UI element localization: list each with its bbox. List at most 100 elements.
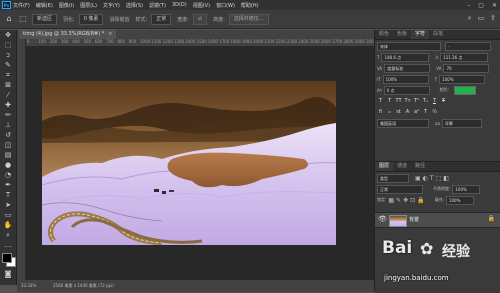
menu-view[interactable]: 视图(V) — [193, 2, 210, 9]
lock-image-icon[interactable]: ✎ — [396, 197, 401, 204]
maximize-icon[interactable]: ▢ — [478, 2, 484, 9]
eraser-icon[interactable]: ◫ — [2, 141, 14, 150]
filter-smart-icon[interactable]: ◧ — [443, 175, 449, 182]
more-tools-icon[interactable]: … — [2, 241, 14, 250]
history-brush-icon[interactable]: ↺ — [2, 131, 14, 140]
document-info[interactable]: 2560 像素 x 1440 像素 (72 ppi) — [53, 280, 114, 292]
superscript-icon[interactable]: T¹ — [413, 98, 420, 105]
titling-icon[interactable]: T — [422, 109, 429, 116]
menu-help[interactable]: 帮助(H) — [241, 2, 259, 9]
faux-italic-icon[interactable]: T — [386, 98, 393, 105]
lock-all-icon[interactable]: 🔒 — [417, 197, 424, 204]
quick-selection-icon[interactable]: ✎ — [2, 61, 14, 70]
font-size-input[interactable]: 148.6 点 — [381, 52, 430, 62]
gradient-icon[interactable]: ▤ — [2, 151, 14, 160]
menu-window[interactable]: 窗口(W) — [216, 2, 235, 9]
crop-icon[interactable]: ⌗ — [2, 71, 14, 80]
menu-edit[interactable]: 编辑(E) — [36, 2, 53, 9]
document-tab[interactable]: timg (4).jpg @ 33.3%(RGB/8#) * × — [19, 30, 117, 39]
selection-mode-select[interactable]: 新选区 — [32, 13, 58, 25]
tab-layers[interactable]: 图层 — [375, 162, 394, 171]
tab-paragraph[interactable]: 段落 — [429, 30, 447, 39]
brush-icon[interactable]: ✏ — [2, 111, 14, 120]
filter-shape-icon[interactable]: ⬚ — [436, 175, 442, 182]
filter-type-icon[interactable]: T — [430, 175, 434, 182]
move-tool-icon[interactable]: ✥ — [2, 31, 14, 40]
style-select[interactable]: 正常 — [151, 13, 172, 25]
antialias-checkbox[interactable]: 消除锯齿 — [109, 16, 129, 23]
leading-input[interactable]: 111.26 点 — [440, 52, 489, 62]
filter-adjust-icon[interactable]: ◐ — [423, 175, 428, 182]
small-caps-icon[interactable]: Tт — [404, 98, 411, 105]
rectangular-marquee-icon[interactable]: ⬚ — [2, 41, 14, 50]
tab-close-icon[interactable]: × — [108, 31, 112, 37]
blur-icon[interactable]: ● — [2, 161, 14, 170]
filter-pixel-icon[interactable]: ▣ — [415, 175, 421, 182]
lock-transparent-icon[interactable]: ▦ — [388, 197, 394, 204]
tab-channels[interactable]: 通道 — [393, 162, 411, 171]
menu-image[interactable]: 图像(I) — [59, 2, 74, 9]
language-select[interactable]: 美国英语 — [377, 118, 429, 128]
quick-mask-icon[interactable]: ◙ — [2, 270, 14, 279]
feather-input[interactable]: 0 像素 — [78, 13, 104, 25]
layer-name[interactable]: 背景 — [409, 216, 419, 223]
strikethrough-icon[interactable]: T — [440, 98, 447, 105]
select-and-mask-button[interactable]: 选择并遮住... — [228, 13, 269, 25]
rectangle-shape-icon[interactable]: ▭ — [2, 211, 14, 220]
frame-icon[interactable]: ⊠ — [2, 81, 14, 90]
ligature-icon[interactable]: fi — [377, 109, 384, 116]
lock-position-icon[interactable]: ✥ — [403, 197, 408, 204]
canvas-area[interactable] — [26, 47, 374, 280]
fractions-icon[interactable]: ½ — [431, 109, 438, 116]
healing-brush-icon[interactable]: ✚ — [2, 101, 14, 110]
lock-artboard-icon[interactable]: ⊡ — [410, 197, 415, 204]
menu-select[interactable]: 选择(S) — [126, 2, 143, 9]
baseline-input[interactable]: 0 点 — [383, 85, 430, 95]
menu-layer[interactable]: 图层(L) — [80, 2, 97, 9]
zoom-level[interactable]: 33.33% — [21, 280, 36, 292]
horizontal-scale-input[interactable]: 100% — [439, 74, 486, 84]
text-color-swatch[interactable] — [453, 85, 476, 95]
search-icon[interactable]: ⌕ — [468, 14, 472, 23]
ordinals-icon[interactable]: aᵃ — [413, 109, 420, 116]
home-icon[interactable]: ⌂ — [4, 14, 14, 24]
hand-icon[interactable]: ✋ — [2, 221, 14, 230]
eyedropper-icon[interactable]: ⁄ — [2, 91, 14, 100]
all-caps-icon[interactable]: TT — [395, 98, 402, 105]
minimize-icon[interactable]: – — [467, 2, 470, 9]
menu-type[interactable]: 文字(Y) — [103, 2, 120, 9]
vertical-scale-input[interactable]: 100% — [382, 74, 429, 84]
tracking-input[interactable]: 70 — [443, 63, 490, 73]
color-swatches[interactable] — [1, 252, 16, 268]
menu-file[interactable]: 文件(F) — [13, 2, 30, 9]
menu-filter[interactable]: 滤镜(T) — [149, 2, 166, 9]
workspace-icon[interactable]: ▭ — [478, 14, 485, 23]
swash-icon[interactable]: st — [395, 109, 402, 116]
alternates-icon[interactable]: ℴ — [386, 109, 393, 116]
font-family-select[interactable]: 宋体 — [377, 41, 441, 51]
layer-row-background[interactable]: 👁 背景 🔒 — [375, 212, 500, 228]
blend-mode-select[interactable]: 正常 — [377, 184, 423, 194]
tab-color[interactable]: 颜色 — [375, 30, 393, 39]
stylistic-icon[interactable]: A — [404, 109, 411, 116]
lasso-icon[interactable]: ↄ — [2, 51, 14, 60]
share-icon[interactable]: ⇪ — [490, 14, 496, 23]
tab-swatches[interactable]: 色板 — [393, 30, 411, 39]
foreground-color-swatch[interactable] — [2, 253, 12, 263]
clone-stamp-icon[interactable]: ⊥ — [2, 121, 14, 130]
dodge-icon[interactable]: ◔ — [2, 171, 14, 180]
type-tool-icon[interactable]: T — [2, 191, 14, 200]
kerning-input[interactable]: 度量标准 — [384, 63, 431, 73]
zoom-icon[interactable]: ⌕ — [2, 231, 14, 240]
opacity-input[interactable]: 100% — [452, 184, 481, 194]
document-image[interactable] — [42, 81, 336, 245]
antialias-select[interactable]: 浑厚 — [441, 118, 482, 128]
fill-input[interactable]: 100% — [445, 195, 474, 205]
underline-icon[interactable]: T — [431, 98, 438, 105]
swap-icon[interactable]: ⇄ — [192, 13, 208, 25]
tab-paths[interactable]: 路径 — [411, 162, 429, 171]
marquee-tool-icon[interactable]: ⬚ — [18, 14, 28, 24]
path-selection-icon[interactable]: ➤ — [2, 201, 14, 210]
faux-bold-icon[interactable]: T — [377, 98, 384, 105]
layer-kind-filter[interactable]: 类型 — [377, 173, 409, 183]
